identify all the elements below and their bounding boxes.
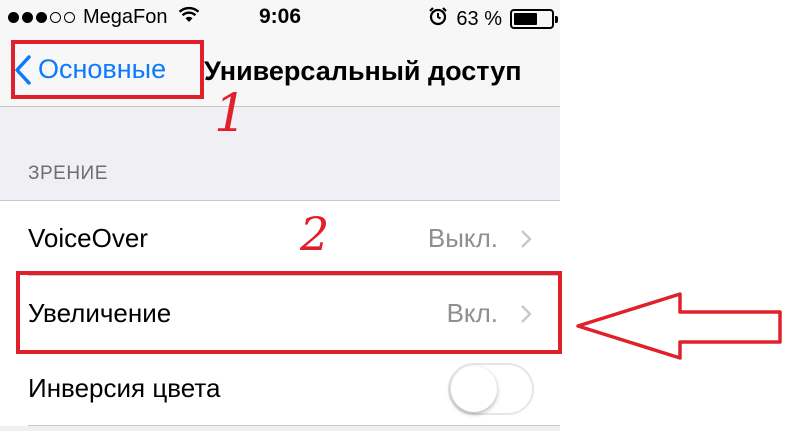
- section-header: ЗРЕНИЕ: [28, 163, 108, 184]
- battery-fill: [514, 13, 537, 25]
- row-label: Инверсия цвета: [28, 373, 221, 403]
- status-bar: MegaFon 9:06 63 %: [0, 0, 560, 36]
- page-title: Универсальный доступ: [204, 56, 522, 86]
- toggle-knob: [451, 366, 497, 412]
- annotation-box-back: [11, 40, 204, 99]
- row-voiceover[interactable]: VoiceOver Выкл.: [0, 201, 560, 276]
- row-divider: [28, 425, 560, 426]
- annotation-step-2: 2: [300, 207, 330, 261]
- annotation-box-zoom: [16, 271, 562, 354]
- status-right: 63 %: [428, 6, 558, 32]
- alarm-icon: [428, 6, 448, 32]
- annotation-step-1: 1: [214, 84, 248, 144]
- row-invert-colors: Инверсия цвета: [0, 351, 560, 426]
- row-label: VoiceOver: [28, 223, 148, 253]
- annotation-arrow-icon: [576, 292, 782, 360]
- row-detail: Выкл.: [427, 223, 498, 253]
- chevron-right-icon: [521, 230, 532, 248]
- battery-percent: 63 %: [456, 7, 502, 30]
- invert-colors-toggle[interactable]: [448, 363, 534, 415]
- battery-icon: [510, 9, 558, 29]
